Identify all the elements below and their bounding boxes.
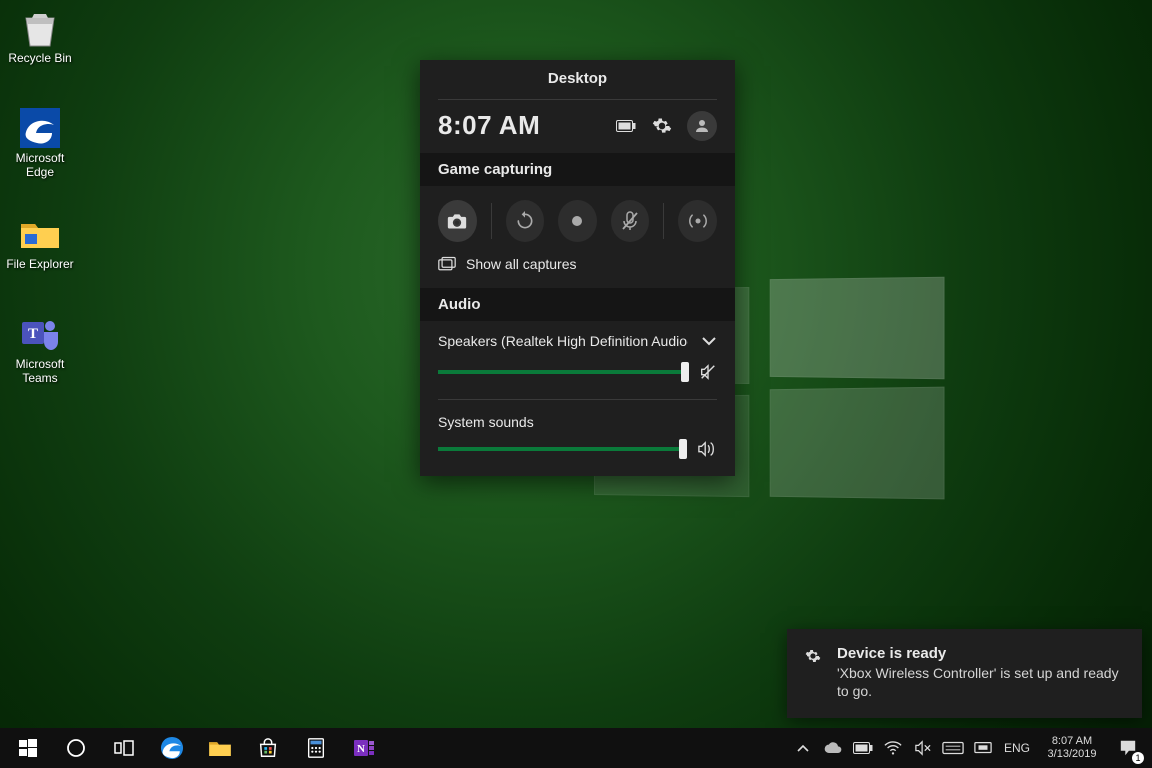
cortana-button[interactable]	[52, 728, 100, 768]
broadcast-button[interactable]	[678, 200, 717, 242]
profile-button[interactable]	[687, 111, 717, 141]
desktop-icon-teams[interactable]: T Microsoft Teams	[0, 312, 80, 386]
battery-icon	[853, 742, 873, 754]
taskbar: N ENG 8:07 AM 3/13/2019	[0, 728, 1152, 768]
taskbar-app-store[interactable]	[244, 728, 292, 768]
taskbar-app-file-explorer[interactable]	[196, 728, 244, 768]
mute-button[interactable]	[699, 363, 717, 381]
record-button[interactable]	[558, 200, 597, 242]
speaker-icon	[697, 440, 717, 458]
toast-title: Device is ready	[837, 645, 1124, 662]
tray-clock[interactable]: 8:07 AM 3/13/2019	[1036, 735, 1108, 761]
tray-language-label: ENG	[1004, 741, 1030, 755]
taskbar-app-onenote[interactable]: N	[340, 728, 388, 768]
tray-wifi[interactable]	[878, 728, 908, 768]
start-button[interactable]	[4, 728, 52, 768]
record-icon	[572, 216, 582, 226]
system-mute-button[interactable]	[697, 440, 717, 458]
taskbar-app-edge[interactable]	[148, 728, 196, 768]
show-all-captures-link[interactable]: Show all captures	[420, 256, 735, 288]
tray-battery[interactable]	[848, 728, 878, 768]
calculator-icon	[305, 737, 327, 759]
broadcast-icon	[688, 211, 708, 231]
speaker-muted-icon	[914, 740, 932, 756]
windows-icon	[19, 739, 37, 757]
desktop-icon-file-explorer[interactable]: File Explorer	[0, 212, 80, 272]
divider	[438, 399, 717, 400]
keyboard-icon	[942, 741, 964, 755]
svg-text:T: T	[28, 326, 38, 342]
divider	[491, 203, 492, 239]
tray-action-center[interactable]: 1	[1108, 728, 1148, 768]
tray-input-indicator[interactable]	[938, 728, 968, 768]
audio-device-label: Speakers (Realtek High Definition Audio(…	[438, 333, 688, 349]
notification-toast[interactable]: Device is ready 'Xbox Wireless Controlle…	[787, 629, 1142, 718]
system-volume-slider[interactable]	[438, 447, 683, 451]
folder-icon	[18, 212, 62, 256]
settings-button[interactable]	[651, 115, 673, 137]
chevron-down-icon	[701, 335, 717, 347]
mic-toggle-button[interactable]	[611, 200, 650, 242]
desktop-icon-label: File Explorer	[6, 258, 73, 272]
speaker-muted-icon	[699, 363, 717, 381]
edge-icon	[18, 106, 62, 150]
record-last-button[interactable]	[506, 200, 545, 242]
notification-count: 1	[1132, 752, 1144, 764]
desktop-icon-recycle-bin[interactable]: Recycle Bin	[0, 6, 80, 66]
desktop-icon-label: Microsoft Teams	[0, 358, 80, 386]
screenshot-button[interactable]	[438, 200, 477, 242]
master-volume-slider[interactable]	[438, 370, 685, 374]
record-last-icon	[515, 211, 535, 231]
tray-onedrive[interactable]	[818, 728, 848, 768]
game-bar-title: Desktop	[420, 60, 735, 93]
tray-date: 3/13/2019	[1048, 748, 1097, 761]
system-sounds-label: System sounds	[438, 414, 717, 430]
task-view-icon	[114, 740, 134, 756]
mic-off-icon	[621, 211, 639, 231]
desktop-icon-edge[interactable]: Microsoft Edge	[0, 106, 80, 180]
show-all-captures-label: Show all captures	[466, 256, 577, 272]
folder-icon	[208, 737, 232, 759]
game-bar-panel: Desktop 8:07 AM Game capturing	[420, 60, 735, 476]
tray-volume[interactable]	[908, 728, 938, 768]
tray-project[interactable]	[968, 728, 998, 768]
cloud-icon	[823, 741, 843, 755]
battery-icon	[615, 115, 637, 137]
teams-icon: T	[18, 312, 62, 356]
game-bar-clock: 8:07 AM	[438, 110, 540, 141]
circle-icon	[66, 738, 86, 758]
store-icon	[257, 737, 279, 759]
task-view-button[interactable]	[100, 728, 148, 768]
desktop-icon-label: Recycle Bin	[8, 52, 71, 66]
edge-icon	[159, 735, 185, 761]
tray-overflow-button[interactable]	[788, 728, 818, 768]
section-title-capture: Game capturing	[420, 153, 735, 186]
gear-icon	[805, 648, 821, 664]
toast-body: 'Xbox Wireless Controller' is set up and…	[837, 664, 1124, 700]
taskbar-app-calculator[interactable]	[292, 728, 340, 768]
section-title-audio: Audio	[420, 288, 735, 321]
audio-device-dropdown[interactable]: Speakers (Realtek High Definition Audio(…	[438, 333, 717, 349]
camera-icon	[447, 212, 467, 230]
desktop-icon-label: Microsoft Edge	[0, 152, 80, 180]
onenote-icon: N	[352, 736, 376, 760]
tray-language[interactable]: ENG	[998, 728, 1036, 768]
recycle-bin-icon	[18, 6, 62, 50]
wifi-icon	[884, 740, 902, 756]
gallery-icon	[438, 256, 456, 272]
svg-text:N: N	[357, 743, 365, 755]
project-icon	[974, 741, 992, 755]
divider	[663, 203, 664, 239]
tray-time: 8:07 AM	[1052, 735, 1092, 748]
chevron-up-icon	[797, 743, 809, 753]
